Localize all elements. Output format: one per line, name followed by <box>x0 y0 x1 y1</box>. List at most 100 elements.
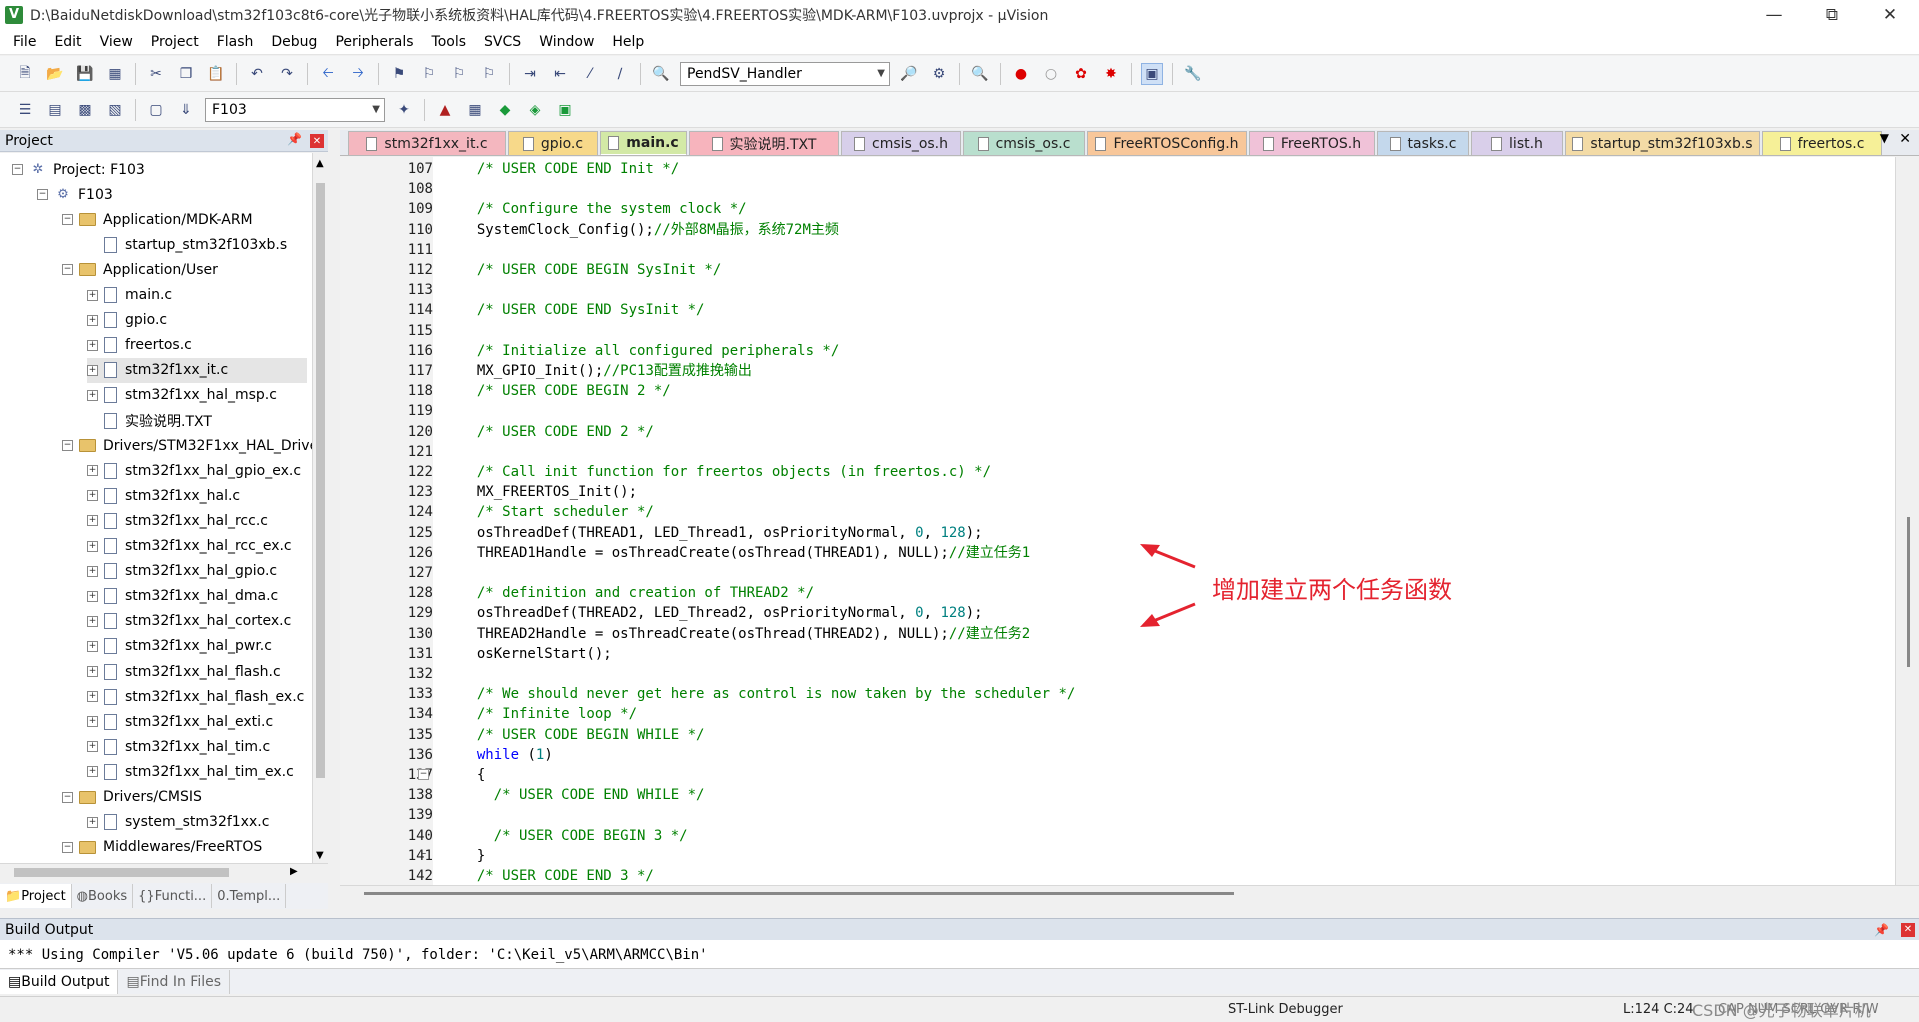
tree-item[interactable]: − Application/MDK-ARM <box>62 207 253 232</box>
code-line[interactable]: /* Infinite loop */ <box>460 704 637 724</box>
tree-item[interactable]: + system_stm32f1xx.c <box>87 810 269 835</box>
editor-tab[interactable]: gpio.c <box>508 131 598 155</box>
editor-tab[interactable]: list.h <box>1471 131 1563 155</box>
code-line[interactable]: /* USER CODE END Init */ <box>460 159 679 179</box>
rebuild-icon[interactable]: ▩ <box>74 99 96 121</box>
editor-tab[interactable]: startup_stm32f103xb.s <box>1565 131 1760 155</box>
editor-tab[interactable]: 实验说明.TXT <box>689 131 839 155</box>
menu-window[interactable]: Window <box>530 29 603 55</box>
expand-toggle-icon[interactable]: + <box>87 465 98 477</box>
next-bookmark-icon[interactable]: ⚐ <box>448 63 470 85</box>
tree-item[interactable]: + stm32f1xx_hal_gpio_ex.c <box>87 458 301 483</box>
disable-breakpoint-icon[interactable]: ○ <box>1040 63 1062 85</box>
window-layout-icon[interactable]: ▣ <box>1141 62 1163 85</box>
navigate-forward-icon[interactable]: 🡢 <box>347 63 369 85</box>
paste-icon[interactable]: 📋 <box>205 63 227 85</box>
tree-item[interactable]: − Application/User <box>62 257 218 282</box>
tree-item[interactable]: + stm32f1xx_hal_pwr.c <box>87 634 272 659</box>
navigate-back-icon[interactable]: 🡠 <box>317 63 339 85</box>
code-line[interactable]: /* We should never get here as control i… <box>460 684 1075 704</box>
expand-toggle-icon[interactable]: + <box>87 364 98 376</box>
function-combo[interactable]: PendSV_Handler ▼ <box>680 61 890 86</box>
tree-vertical-scrollbar[interactable]: ▲ ▼ <box>312 153 328 863</box>
tree-item[interactable]: + stm32f1xx_hal_gpio.c <box>87 559 277 584</box>
editor-tab[interactable]: freertos.c <box>1762 131 1882 155</box>
pack-installer-icon[interactable]: ▣ <box>554 99 576 121</box>
manage-multi-project-icon[interactable]: ▦ <box>464 99 486 121</box>
indent-icon[interactable]: ⇥ <box>519 63 541 85</box>
stop-build-icon[interactable]: ▢ <box>145 99 167 121</box>
tree-item[interactable]: + gpio.c <box>87 308 167 333</box>
code-line[interactable]: SystemClock_Config();//外部8M晶振，系统72M主频 <box>460 220 839 240</box>
code-line[interactable]: THREAD1Handle = osThreadCreate(osThread(… <box>460 543 1030 563</box>
tree-item[interactable]: + stm32f1xx_it.c <box>87 357 307 383</box>
tree-item[interactable]: + stm32f1xx_hal_rcc.c <box>87 508 268 533</box>
code-line[interactable]: MX_FREERTOS_Init(); <box>460 482 637 502</box>
expand-toggle-icon[interactable]: − <box>62 791 73 803</box>
expand-toggle-icon[interactable]: − <box>62 841 73 853</box>
tree-item[interactable]: 实验说明.TXT <box>87 408 212 433</box>
tab-list-icon[interactable]: ▼ <box>1880 131 1889 145</box>
manage-run-time-environment-icon[interactable]: ◆ <box>494 99 516 121</box>
tree-item[interactable]: + stm32f1xx_hal_exti.c <box>87 709 273 734</box>
tree-item[interactable]: startup_stm32f103xb.s <box>87 232 287 257</box>
code-line[interactable]: MX_GPIO_Init();//PC13配置成推挽输出 <box>460 361 752 381</box>
editor-tab[interactable]: main.c <box>600 131 687 155</box>
scroll-up-icon[interactable]: ▲ <box>316 158 324 169</box>
save-icon[interactable]: 💾 <box>74 63 96 85</box>
manage-project-items-icon[interactable]: ▲ <box>434 99 456 121</box>
expand-toggle-icon[interactable]: + <box>87 590 98 602</box>
tree-item[interactable]: − ⚙ F103 <box>37 182 113 207</box>
tree-item[interactable]: + stm32f1xx_hal_dma.c <box>87 584 278 609</box>
tree-item[interactable]: + stm32f1xx_hal_cortex.c <box>87 609 291 634</box>
expand-toggle-icon[interactable]: − <box>37 189 48 201</box>
tree-item[interactable]: + freertos.c <box>87 333 192 358</box>
menu-peripherals[interactable]: Peripherals <box>326 29 422 55</box>
code-line[interactable]: THREAD2Handle = osThreadCreate(osThread(… <box>460 624 1030 644</box>
pin-icon[interactable]: 📌 <box>287 132 302 146</box>
menu-project[interactable]: Project <box>142 29 208 55</box>
code-line[interactable]: osKernelStart(); <box>460 644 612 664</box>
tree-item[interactable]: + stm32f1xx_hal_tim_ex.c <box>87 759 294 784</box>
uncomment-icon[interactable]: ∕ <box>609 63 631 85</box>
tree-item[interactable]: + stm32f1xx_hal_tim.c <box>87 734 270 759</box>
expand-toggle-icon[interactable]: + <box>87 741 98 753</box>
incremental-find-icon[interactable]: ⚙ <box>928 63 950 85</box>
expand-toggle-icon[interactable]: − <box>62 440 73 452</box>
expand-toggle-icon[interactable]: + <box>87 816 98 828</box>
disable-all-breakpoints-icon[interactable]: ✿ <box>1070 63 1092 85</box>
expand-toggle-icon[interactable]: + <box>87 640 98 652</box>
close-panel-icon[interactable]: ✕ <box>310 134 324 148</box>
menu-debug[interactable]: Debug <box>262 29 326 55</box>
scroll-down-icon[interactable]: ▼ <box>316 850 324 861</box>
scrollbar-thumb[interactable] <box>14 868 229 877</box>
editor-tab[interactable]: cmsis_os.c <box>963 131 1085 155</box>
menu-edit[interactable]: Edit <box>45 29 90 55</box>
code-line[interactable]: /* USER CODE BEGIN 2 */ <box>460 381 671 401</box>
close-editor-icon[interactable]: ✕ <box>1899 131 1911 147</box>
expand-toggle-icon[interactable]: + <box>87 565 98 577</box>
output-tab[interactable]: ▤ Find In Files <box>118 969 231 994</box>
expand-toggle-icon[interactable]: + <box>87 490 98 502</box>
code-line[interactable]: /* definition and creation of THREAD2 */ <box>460 583 814 603</box>
tree-item[interactable]: − Middlewares/FreeRTOS <box>62 835 262 860</box>
code-line[interactable]: osThreadDef(THREAD2, LED_Thread2, osPrio… <box>460 603 983 623</box>
expand-toggle-icon[interactable]: + <box>87 389 98 401</box>
tree-item[interactable]: + stm32f1xx_hal_msp.c <box>87 383 277 408</box>
find-in-files-icon[interactable]: 🔍 <box>650 63 672 85</box>
new-file-icon[interactable]: 🗎 <box>14 63 36 85</box>
tree-item[interactable]: − Drivers/CMSIS <box>62 785 202 810</box>
menu-tools[interactable]: Tools <box>423 29 476 55</box>
target-options-icon[interactable]: ✦ <box>393 99 415 121</box>
code-line[interactable]: /* Initialize all configured peripherals… <box>460 341 839 361</box>
open-file-icon[interactable]: 📂 <box>44 63 66 85</box>
undo-icon[interactable]: ↶ <box>246 63 268 85</box>
expand-toggle-icon[interactable]: − <box>62 214 73 226</box>
code-editor[interactable]: 107 108 109 110 111 112 113 114 115 116 117 118 119 1… <box>340 157 1895 885</box>
expand-toggle-icon[interactable]: + <box>87 615 98 627</box>
kill-breakpoints-icon[interactable]: ✸ <box>1100 63 1122 85</box>
editor-tab[interactable]: tasks.c <box>1377 131 1469 155</box>
tree-item[interactable]: + stm32f1xx_hal_flash.c <box>87 659 281 684</box>
save-all-icon[interactable]: ▦ <box>104 63 126 85</box>
editor-vertical-scrollbar[interactable] <box>1895 157 1919 885</box>
